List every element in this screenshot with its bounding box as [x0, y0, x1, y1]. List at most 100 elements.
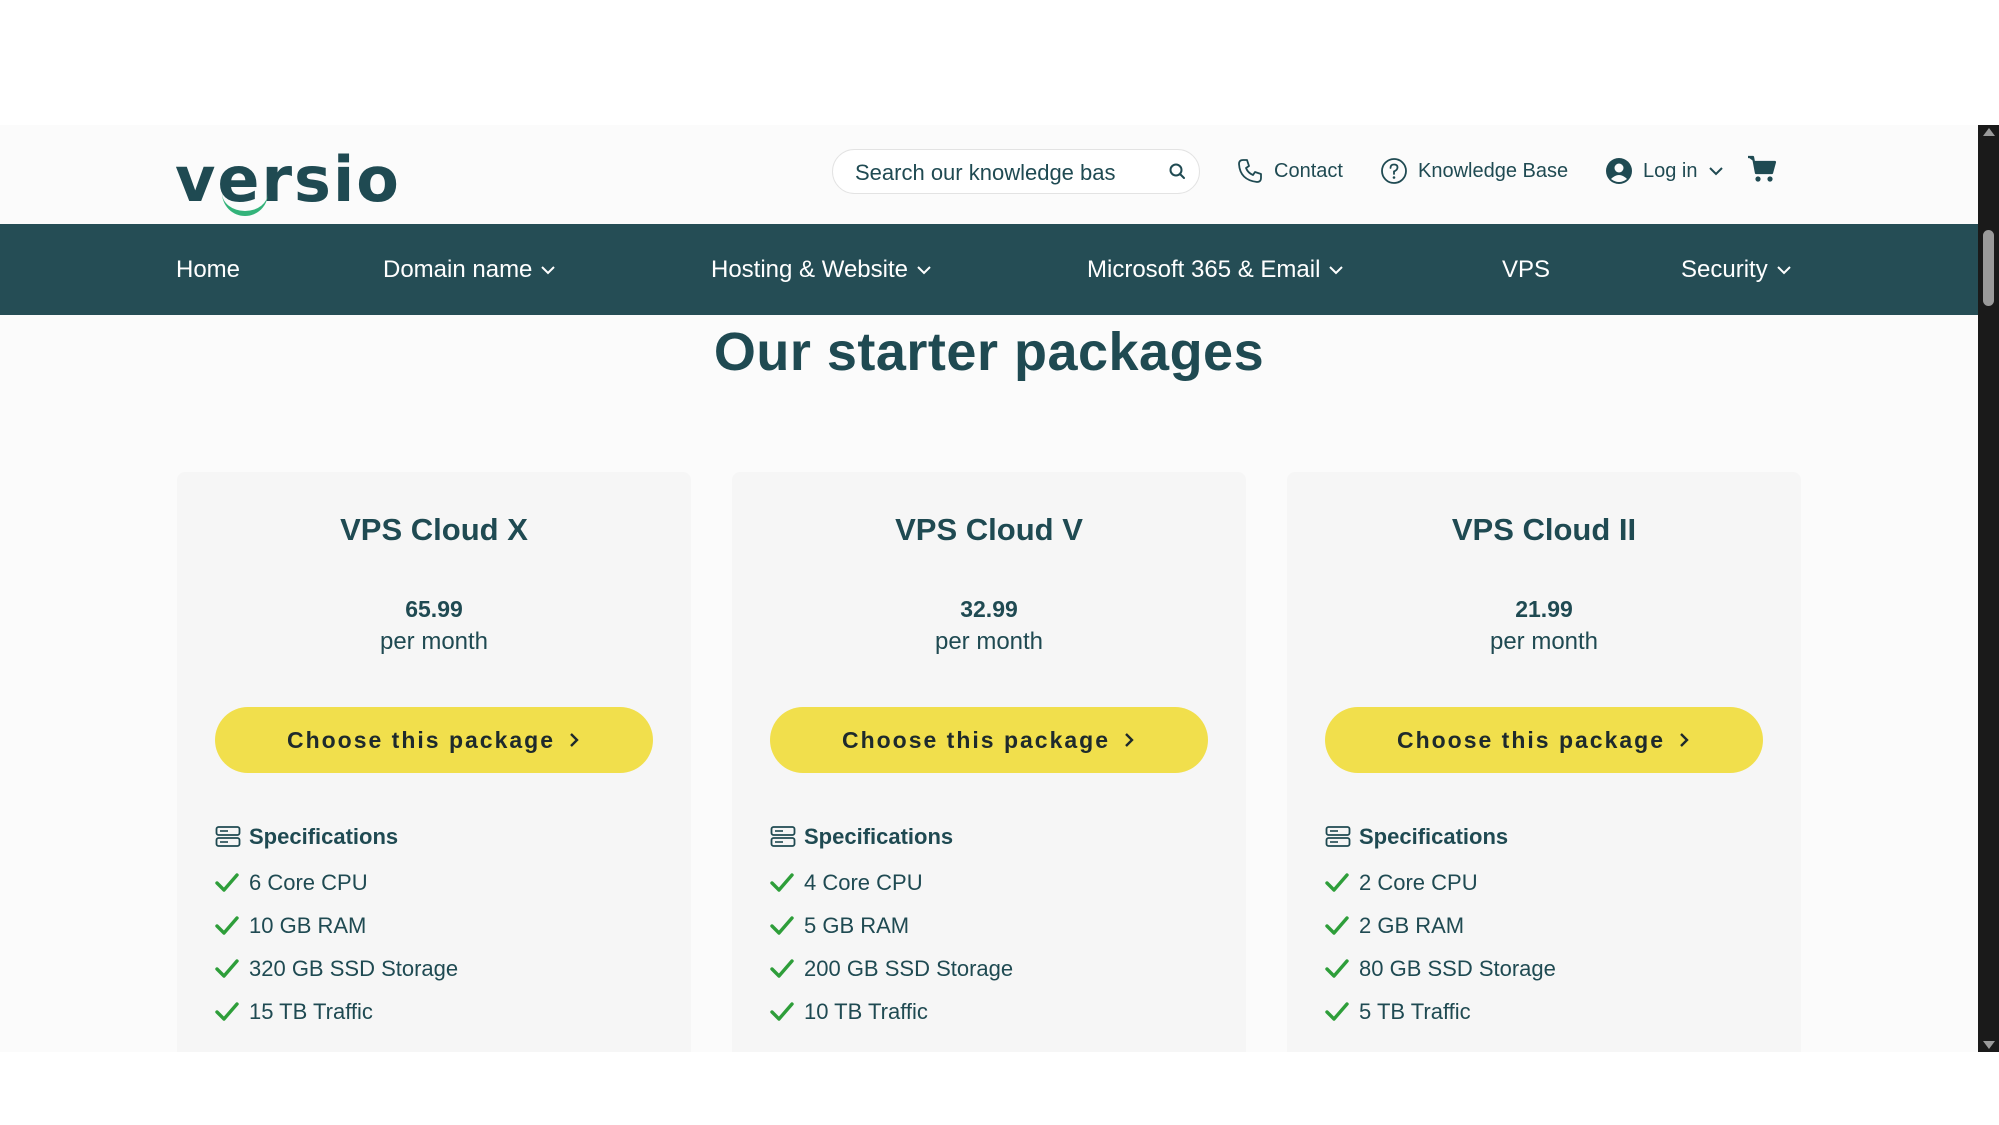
scroll-up-arrow[interactable] — [1983, 128, 1995, 136]
package-period: per month — [1489, 628, 1599, 655]
package-card-vps-cloud-ii: VPS Cloud II 21.99 per month Choose this… — [1287, 472, 1801, 1052]
spec-list: 4 Core CPU 5 GB RAM 200 GB SSD Storage 1… — [770, 861, 1013, 1033]
checkmark-icon — [215, 872, 239, 892]
nav-item-domain-name[interactable]: Domain name — [383, 254, 558, 286]
chevron-right-icon — [1125, 733, 1134, 747]
checkmark-icon — [1325, 872, 1349, 892]
search-icon[interactable] — [1167, 161, 1189, 183]
package-title: VPS Cloud X — [340, 512, 528, 547]
browser-viewport: versio Contact Knowledge Base — [0, 125, 1999, 1052]
specifications-heading: Specifications — [1325, 824, 1508, 850]
page-heading: Our starter packages — [713, 322, 1265, 382]
choose-package-button[interactable]: Choose this package — [770, 707, 1208, 773]
list-item: 80 GB SSD Storage — [1325, 947, 1556, 990]
nav-item-hosting-website[interactable]: Hosting & Website — [711, 254, 934, 286]
vertical-scrollbar[interactable] — [1978, 125, 1999, 1052]
spec-list: 6 Core CPU 10 GB RAM 320 GB SSD Storage … — [215, 861, 458, 1033]
package-title: VPS Cloud V — [895, 512, 1083, 547]
server-icon — [1325, 826, 1351, 847]
specifications-label: Specifications — [804, 824, 954, 849]
list-item: 15 TB Traffic — [215, 990, 458, 1033]
package-price: 65.99 — [405, 596, 463, 622]
nav-item-microsoft-365-email[interactable]: Microsoft 365 & Email — [1087, 254, 1346, 286]
contact-link[interactable]: Contact — [1236, 155, 1343, 187]
list-item: 320 GB SSD Storage — [215, 947, 458, 990]
spec-list: 2 Core CPU 2 GB RAM 80 GB SSD Storage 5 … — [1325, 861, 1556, 1033]
chevron-down-icon — [541, 266, 556, 275]
versio-logo[interactable]: versio — [175, 143, 401, 216]
spec-text: 80 GB SSD Storage — [1359, 955, 1556, 981]
knowledge-base-link[interactable]: Knowledge Base — [1380, 155, 1568, 187]
contact-label: Contact — [1274, 159, 1343, 182]
checkmark-icon — [215, 958, 239, 978]
knowledge-base-search — [832, 149, 1200, 194]
chevron-down-icon — [917, 266, 931, 275]
main-navigation: Home Domain name Hosting & Website Micro… — [0, 224, 1978, 315]
spec-text: 5 GB RAM — [804, 912, 910, 938]
button-label: Choose this package — [286, 726, 556, 753]
chevron-right-icon — [570, 733, 579, 747]
specifications-heading: Specifications — [770, 824, 953, 850]
spec-text: 320 GB SSD Storage — [249, 955, 459, 981]
package-card-vps-cloud-v: VPS Cloud V 32.99 per month Choose this … — [732, 472, 1246, 1052]
spec-text: 2 GB RAM — [1359, 912, 1465, 938]
package-period: per month — [379, 628, 489, 655]
phone-icon — [1238, 159, 1262, 183]
search-input[interactable] — [853, 158, 1149, 188]
shopping-cart-icon — [1748, 155, 1777, 182]
checkmark-icon — [770, 958, 794, 978]
checkmark-icon — [1325, 915, 1349, 935]
login-menu[interactable]: Log in — [1605, 155, 1726, 187]
checkmark-icon — [770, 1001, 794, 1021]
package-price: 21.99 — [1515, 596, 1573, 622]
package-price: 32.99 — [960, 596, 1018, 622]
checkmark-icon — [770, 872, 794, 892]
spec-text: 5 TB Traffic — [1359, 998, 1471, 1024]
chevron-right-icon — [1680, 733, 1689, 747]
checkmark-icon — [770, 915, 794, 935]
nav-item-label: Home — [176, 256, 241, 283]
spec-text: 2 Core CPU — [1359, 869, 1478, 895]
nav-item-label: Security — [1681, 256, 1768, 283]
chevron-down-icon — [1329, 266, 1344, 275]
choose-package-button[interactable]: Choose this package — [215, 707, 653, 773]
button-label: Choose this package — [1396, 726, 1666, 753]
checkmark-icon — [215, 1001, 239, 1021]
nav-item-label: VPS — [1502, 256, 1551, 283]
spec-text: 10 GB RAM — [249, 912, 367, 938]
scroll-down-arrow[interactable] — [1983, 1041, 1995, 1049]
nav-item-home[interactable]: Home — [176, 254, 240, 286]
nav-item-label: Hosting & Website — [711, 256, 908, 283]
chevron-down-icon — [1708, 167, 1723, 176]
nav-item-label: Microsoft 365 & Email — [1087, 256, 1321, 283]
checkmark-icon — [1325, 1001, 1349, 1021]
help-circle-icon — [1381, 158, 1407, 184]
checkmark-icon — [215, 915, 239, 935]
list-item: 5 TB Traffic — [1325, 990, 1556, 1033]
list-item: 4 Core CPU — [770, 861, 1013, 904]
button-label: Choose this package — [841, 726, 1111, 753]
server-icon — [770, 826, 796, 847]
nav-item-vps[interactable]: VPS — [1502, 254, 1550, 286]
specifications-heading: Specifications — [215, 824, 398, 850]
list-item: 5 GB RAM — [770, 904, 1013, 947]
nav-item-label: Domain name — [383, 256, 533, 283]
knowledge-base-label: Knowledge Base — [1418, 159, 1569, 182]
spec-text: 200 GB SSD Storage — [804, 955, 1014, 981]
spec-text: 4 Core CPU — [804, 869, 923, 895]
package-period: per month — [934, 628, 1044, 655]
list-item: 10 TB Traffic — [770, 990, 1013, 1033]
top-header: versio Contact Knowledge Base — [0, 125, 1978, 224]
list-item: 10 GB RAM — [215, 904, 458, 947]
list-item: 6 Core CPU — [215, 861, 458, 904]
choose-package-button[interactable]: Choose this package — [1325, 707, 1763, 773]
login-label: Log in — [1643, 159, 1698, 182]
list-item: 2 Core CPU — [1325, 861, 1556, 904]
server-icon — [215, 826, 241, 847]
specifications-label: Specifications — [1359, 824, 1509, 849]
scroll-thumb[interactable] — [1983, 230, 1994, 306]
logo-text: versio — [175, 143, 401, 216]
package-title: VPS Cloud II — [1451, 512, 1637, 547]
cart-button[interactable] — [1746, 153, 1788, 185]
nav-item-security[interactable]: Security — [1681, 254, 1794, 286]
